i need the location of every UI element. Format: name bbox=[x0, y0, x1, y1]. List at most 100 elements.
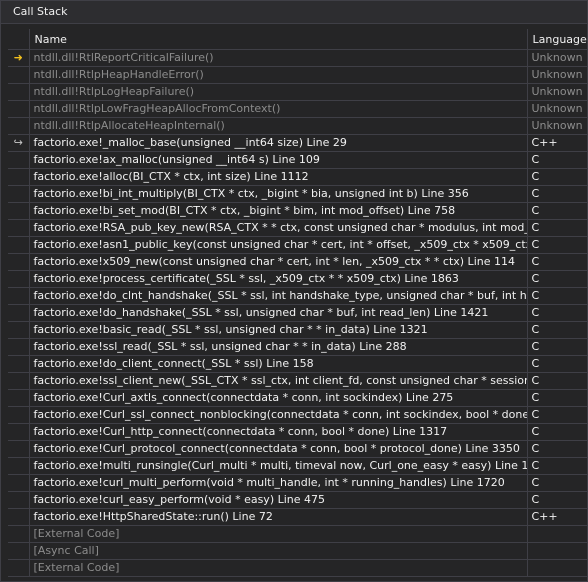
frame-name: factorio.exe!Curl_http_connect(connectda… bbox=[29, 423, 528, 441]
call-stack-grid[interactable]: Name Language ➜ ntdll.dll!RtlReportCritic… bbox=[8, 29, 587, 581]
stack-frame-row[interactable]: ntdll.dll!RtlpLogHeapFailure() Unknown bbox=[8, 83, 587, 101]
frame-language: Unknown bbox=[527, 117, 587, 135]
frame-marker-cell bbox=[8, 151, 30, 169]
stack-frame-row[interactable]: factorio.exe!alloc(BI_CTX * ctx, int siz… bbox=[8, 168, 587, 186]
stack-frame-row[interactable]: factorio.exe!HttpSharedState::run() Line… bbox=[8, 508, 587, 526]
stack-frame-row[interactable]: factorio.exe!multi_runsingle(Curl_multi … bbox=[8, 457, 587, 475]
frame-name: ntdll.dll!RtlReportCriticalFailure() bbox=[29, 49, 528, 67]
stack-frame-row[interactable]: factorio.exe!asn1_public_key(const unsig… bbox=[8, 236, 587, 254]
frame-name: factorio.exe!curl_easy_perform(void * ea… bbox=[29, 491, 528, 509]
frame-marker-cell bbox=[8, 168, 30, 186]
frame-name: factorio.exe!x509_new(const unsigned cha… bbox=[29, 253, 528, 271]
stack-frame-row[interactable]: ntdll.dll!RtlpLowFragHeapAllocFromContex… bbox=[8, 100, 587, 118]
stack-frame-row[interactable]: ntdll.dll!RtlpAllocateHeapInternal() Unkn… bbox=[8, 117, 587, 135]
frame-name: factorio.exe!Curl_protocol_connect(conne… bbox=[29, 440, 528, 458]
frame-name: factorio.exe!HttpSharedState::run() Line… bbox=[29, 508, 528, 526]
panel-title: Call Stack bbox=[1, 1, 587, 24]
frame-name: ntdll.dll!RtlpLowFragHeapAllocFromContex… bbox=[29, 100, 528, 118]
frame-language: C bbox=[527, 270, 587, 288]
frame-name: factorio.exe!asn1_public_key(const unsig… bbox=[29, 236, 528, 254]
frame-name: factorio.exe!do_client_connect(_SSL * ss… bbox=[29, 355, 528, 373]
language-column-header[interactable]: Language bbox=[527, 29, 587, 50]
stack-frame-row[interactable]: factorio.exe!bi_int_multiply(BI_CTX * ct… bbox=[8, 185, 587, 203]
frame-name: factorio.exe!ssl_read(_SSL * ssl, unsign… bbox=[29, 338, 528, 356]
frame-marker-cell bbox=[8, 270, 30, 288]
frame-name: factorio.exe!ax_malloc(unsigned __int64 … bbox=[29, 151, 528, 169]
frame-name: ntdll.dll!RtlpAllocateHeapInternal() bbox=[29, 117, 528, 135]
frame-marker-cell bbox=[8, 406, 30, 424]
frame-name: factorio.exe!ssl_client_new(_SSL_CTX * s… bbox=[29, 372, 528, 390]
stack-frame-row[interactable]: factorio.exe!x509_new(const unsigned cha… bbox=[8, 253, 587, 271]
name-column-header[interactable]: Name bbox=[29, 29, 528, 50]
frame-language: C bbox=[527, 287, 587, 305]
current-frame-arrow-icon: ➜ bbox=[13, 51, 23, 64]
frame-name: factorio.exe!Curl_ssl_connect_nonblockin… bbox=[29, 406, 528, 424]
frame-language: C bbox=[527, 304, 587, 322]
call-stack-window: Call Stack Name Language ➜ ntdll.dll!RtlR… bbox=[0, 0, 588, 582]
stack-frame-row[interactable]: factorio.exe!bi_set_mod(BI_CTX * ctx, _b… bbox=[8, 202, 587, 220]
frame-marker-cell bbox=[8, 287, 30, 305]
frame-marker-cell bbox=[8, 66, 30, 84]
frame-marker-cell bbox=[8, 321, 30, 339]
frame-language: Unknown bbox=[527, 83, 587, 101]
frame-name: [Async Call] bbox=[29, 542, 528, 560]
frame-name: factorio.exe!basic_read(_SSL * ssl, unsi… bbox=[29, 321, 528, 339]
stack-frame-row[interactable]: [Async Call] bbox=[8, 542, 587, 560]
frame-language: C bbox=[527, 474, 587, 492]
frame-name: factorio.exe!Curl_axtls_connect(connectd… bbox=[29, 389, 528, 407]
frame-language: C bbox=[527, 440, 587, 458]
frame-language: C bbox=[527, 168, 587, 186]
stack-frame-row[interactable]: factorio.exe!ssl_read(_SSL * ssl, unsign… bbox=[8, 338, 587, 356]
stack-frame-row[interactable]: [External Code] bbox=[8, 559, 587, 577]
frame-marker-cell bbox=[8, 423, 30, 441]
frame-language bbox=[527, 542, 587, 560]
frame-marker-cell bbox=[8, 236, 30, 254]
frame-language: C bbox=[527, 236, 587, 254]
stack-frame-row[interactable]: [External Code] bbox=[8, 525, 587, 543]
stack-frame-row[interactable]: factorio.exe!Curl_protocol_connect(conne… bbox=[8, 440, 587, 458]
frame-name: factorio.exe!process_certificate(_SSL * … bbox=[29, 270, 528, 288]
frame-marker-cell: ↪ bbox=[8, 134, 30, 152]
stack-frame-row[interactable]: factorio.exe!Curl_ssl_connect_nonblockin… bbox=[8, 406, 587, 424]
stack-frame-row[interactable]: factorio.exe!RSA_pub_key_new(RSA_CTX * *… bbox=[8, 219, 587, 237]
frame-marker-cell bbox=[8, 355, 30, 373]
frame-name: factorio.exe!bi_int_multiply(BI_CTX * ct… bbox=[29, 185, 528, 203]
frame-name: factorio.exe!alloc(BI_CTX * ctx, int siz… bbox=[29, 168, 528, 186]
frame-language: C bbox=[527, 321, 587, 339]
stack-frame-row[interactable]: factorio.exe!do_handshake(_SSL * ssl, un… bbox=[8, 304, 587, 322]
frame-language: C++ bbox=[527, 134, 587, 152]
frame-language: C bbox=[527, 491, 587, 509]
frame-name: factorio.exe!multi_runsingle(Curl_multi … bbox=[29, 457, 528, 475]
stack-frame-row[interactable]: factorio.exe!ssl_client_new(_SSL_CTX * s… bbox=[8, 372, 587, 390]
frame-language: C bbox=[527, 372, 587, 390]
frame-marker-cell bbox=[8, 304, 30, 322]
frame-name: factorio.exe!curl_multi_perform(void * m… bbox=[29, 474, 528, 492]
stack-frame-row[interactable]: factorio.exe!Curl_axtls_connect(connectd… bbox=[8, 389, 587, 407]
frame-name: factorio.exe!bi_set_mod(BI_CTX * ctx, _b… bbox=[29, 202, 528, 220]
frame-language bbox=[527, 559, 587, 577]
frame-name: ntdll.dll!RtlpHeapHandleError() bbox=[29, 66, 528, 84]
frame-marker-cell bbox=[8, 508, 30, 526]
stack-frame-row[interactable]: factorio.exe!Curl_http_connect(connectda… bbox=[8, 423, 587, 441]
stack-frame-row[interactable]: ntdll.dll!RtlpHeapHandleError() Unknown bbox=[8, 66, 587, 84]
call-stack-table: Name Language ➜ ntdll.dll!RtlReportCritic… bbox=[8, 29, 587, 577]
stack-frame-row[interactable]: factorio.exe!do_clnt_handshake(_SSL * ss… bbox=[8, 287, 587, 305]
stack-frame-row[interactable]: factorio.exe!process_certificate(_SSL * … bbox=[8, 270, 587, 288]
frame-marker-cell bbox=[8, 338, 30, 356]
stack-frame-row[interactable]: ➜ ntdll.dll!RtlReportCriticalFailure() Unk… bbox=[8, 49, 587, 67]
stack-frame-row[interactable]: factorio.exe!basic_read(_SSL * ssl, unsi… bbox=[8, 321, 587, 339]
frame-language: C++ bbox=[527, 508, 587, 526]
frame-marker-cell bbox=[8, 202, 30, 220]
stack-frame-row[interactable]: factorio.exe!curl_multi_perform(void * m… bbox=[8, 474, 587, 492]
frame-marker-cell bbox=[8, 253, 30, 271]
frame-marker-cell bbox=[8, 457, 30, 475]
stack-frame-row[interactable]: factorio.exe!ax_malloc(unsigned __int64 … bbox=[8, 151, 587, 169]
frame-marker-cell bbox=[8, 542, 30, 560]
stack-frame-row[interactable]: factorio.exe!curl_easy_perform(void * ea… bbox=[8, 491, 587, 509]
stack-frame-row[interactable]: factorio.exe!do_client_connect(_SSL * ss… bbox=[8, 355, 587, 373]
frame-language: C bbox=[527, 355, 587, 373]
frame-marker-cell bbox=[8, 372, 30, 390]
header-row: Name Language bbox=[8, 29, 587, 50]
frame-language: C bbox=[527, 457, 587, 475]
stack-frame-row[interactable]: ↪ factorio.exe!_malloc_base(unsigned __in… bbox=[8, 134, 587, 152]
